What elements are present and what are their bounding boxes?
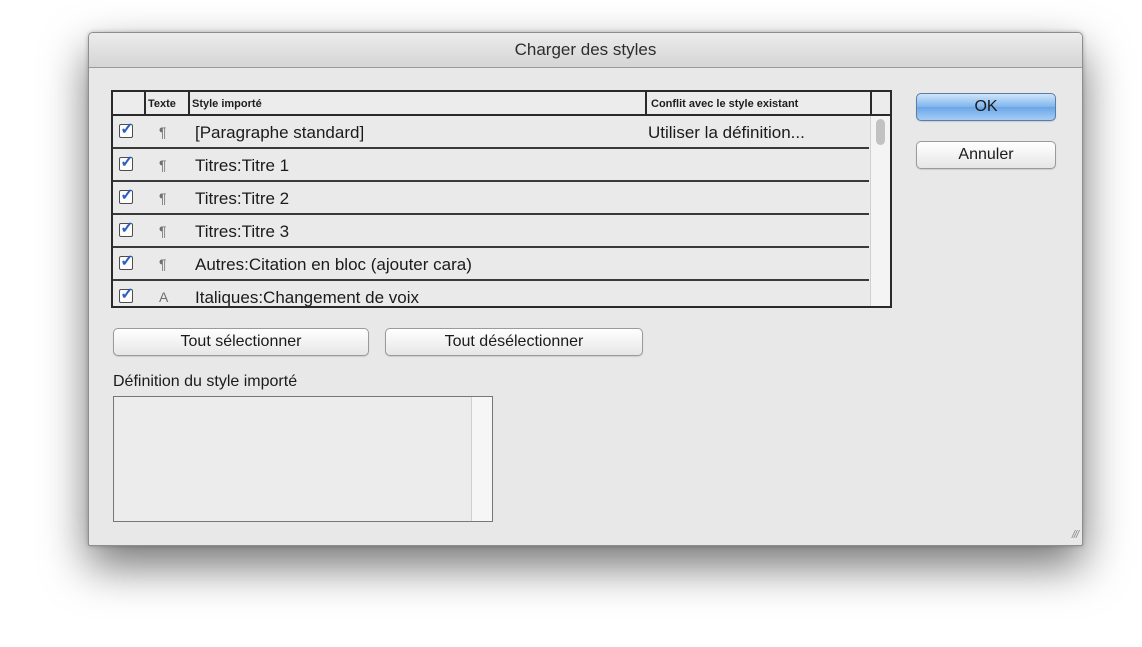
resize-grip-icon[interactable]: ///	[1072, 529, 1079, 541]
table-row[interactable]: ✓ ¶ Titres:Titre 3	[113, 215, 869, 248]
header-separator	[188, 92, 190, 114]
definition-scrollbar[interactable]	[471, 397, 492, 521]
header-style[interactable]: Style importé	[192, 92, 262, 114]
row-checkbox[interactable]: ✓	[119, 253, 134, 270]
table-header: Texte Style importé Conflit avec le styl…	[113, 92, 890, 116]
pilcrow-icon: ¶	[159, 223, 167, 239]
styles-table[interactable]: Texte Style importé Conflit avec le styl…	[111, 90, 892, 308]
deselect-all-button[interactable]: Tout désélectionner	[385, 328, 643, 356]
header-conflict[interactable]: Conflit avec le style existant	[651, 92, 798, 114]
dialog-title: Charger des styles	[89, 33, 1082, 68]
table-row[interactable]: ✓ ¶ Titres:Titre 2	[113, 182, 869, 215]
row-checkbox[interactable]: ✓	[119, 187, 134, 204]
scrollbar-thumb[interactable]	[876, 119, 885, 145]
row-style-name: [Paragraphe standard]	[195, 123, 365, 142]
row-style-name: Titres:Titre 3	[195, 222, 290, 241]
pilcrow-icon: ¶	[159, 157, 167, 173]
row-style-name: Titres:Titre 2	[195, 189, 290, 208]
table-scrollbar[interactable]	[870, 116, 890, 306]
table-row[interactable]: ✓ ¶ Autres:Citation en bloc (ajouter car…	[113, 248, 869, 281]
check-icon: ✓	[120, 253, 134, 270]
check-icon: ✓	[120, 121, 134, 138]
check-icon: ✓	[120, 154, 134, 171]
check-icon: ✓	[120, 187, 134, 204]
ok-button[interactable]: OK	[916, 93, 1056, 121]
check-icon: ✓	[120, 286, 134, 303]
select-all-button[interactable]: Tout sélectionner	[113, 328, 369, 356]
row-checkbox[interactable]: ✓	[119, 154, 134, 171]
row-checkbox[interactable]: ✓	[119, 220, 134, 237]
pilcrow-icon: ¶	[159, 190, 167, 206]
row-style-name: Italiques:Changement de voix	[195, 288, 419, 307]
character-style-icon: A	[159, 289, 169, 305]
pilcrow-icon: ¶	[159, 124, 167, 140]
row-style-name: Autres:Citation en bloc (ajouter cara)	[195, 255, 472, 274]
header-separator	[870, 92, 872, 114]
pilcrow-icon: ¶	[159, 256, 167, 272]
header-separator	[144, 92, 146, 114]
check-icon: ✓	[120, 220, 134, 237]
row-checkbox[interactable]: ✓	[119, 286, 134, 303]
row-checkbox[interactable]: ✓	[119, 121, 134, 138]
cancel-button[interactable]: Annuler	[916, 141, 1056, 169]
table-row[interactable]: ✓ ¶ Titres:Titre 1	[113, 149, 869, 182]
load-styles-dialog: Charger des styles Texte Style importé C…	[88, 32, 1083, 546]
definition-label: Définition du style importé	[113, 373, 298, 390]
row-style-name: Titres:Titre 1	[195, 156, 290, 175]
row-conflict-action[interactable]: Utiliser la définition...	[648, 116, 805, 147]
table-row[interactable]: ✓ ¶ [Paragraphe standard] Utiliser la dé…	[113, 116, 869, 149]
table-row[interactable]: ✓ A Italiques:Changement de voix	[113, 281, 869, 307]
definition-textarea[interactable]	[113, 396, 493, 522]
header-type[interactable]: Texte	[148, 92, 176, 114]
header-separator	[645, 92, 647, 114]
